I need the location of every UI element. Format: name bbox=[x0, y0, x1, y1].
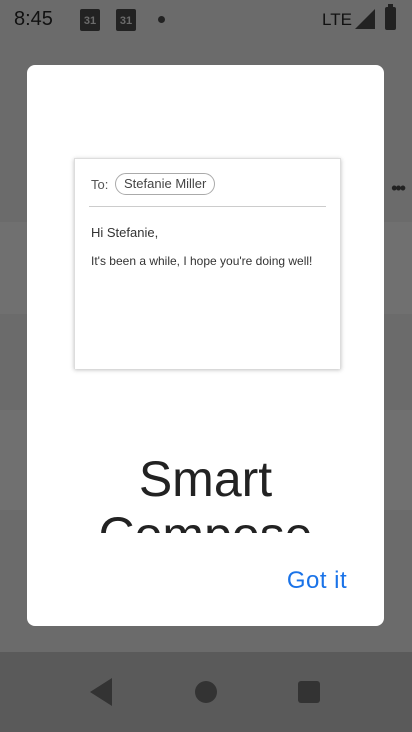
divider bbox=[89, 206, 326, 207]
navigation-bar bbox=[0, 652, 412, 732]
got-it-button[interactable]: Got it bbox=[267, 563, 367, 599]
to-label: To: bbox=[91, 177, 109, 192]
battery-icon bbox=[385, 7, 396, 30]
status-bar: 8:45 31 31 LTE bbox=[0, 0, 412, 40]
smart-compose-dialog: To: Stefanie Miller Hi Stefanie, It's be… bbox=[27, 65, 384, 626]
signal-icon bbox=[355, 9, 375, 29]
back-icon[interactable] bbox=[90, 678, 112, 706]
network-type: LTE bbox=[322, 10, 352, 29]
status-time: 8:45 bbox=[14, 8, 53, 30]
home-icon[interactable] bbox=[195, 681, 217, 703]
feature-title-line1: Smart bbox=[138, 451, 273, 507]
email-greeting: Hi Stefanie, bbox=[91, 225, 159, 240]
calendar-day: 31 bbox=[119, 15, 133, 27]
recipient-chip: Stefanie Miller bbox=[115, 173, 216, 195]
calendar-icon: 31 bbox=[80, 9, 100, 31]
more-options-icon: ••• bbox=[391, 178, 406, 198]
notification-dot-icon bbox=[158, 16, 165, 23]
email-preview: To: Stefanie Miller Hi Stefanie, It's be… bbox=[74, 158, 341, 369]
recents-icon[interactable] bbox=[298, 681, 320, 703]
feature-title: Smart Compose bbox=[27, 449, 384, 533]
calendar-day: 31 bbox=[83, 15, 97, 27]
email-body: It's been a while, I hope you're doing w… bbox=[91, 254, 313, 268]
recipient-row: To: Stefanie Miller bbox=[75, 159, 340, 207]
calendar-icon: 31 bbox=[116, 9, 136, 31]
feature-title-line2: Compose bbox=[27, 505, 384, 533]
